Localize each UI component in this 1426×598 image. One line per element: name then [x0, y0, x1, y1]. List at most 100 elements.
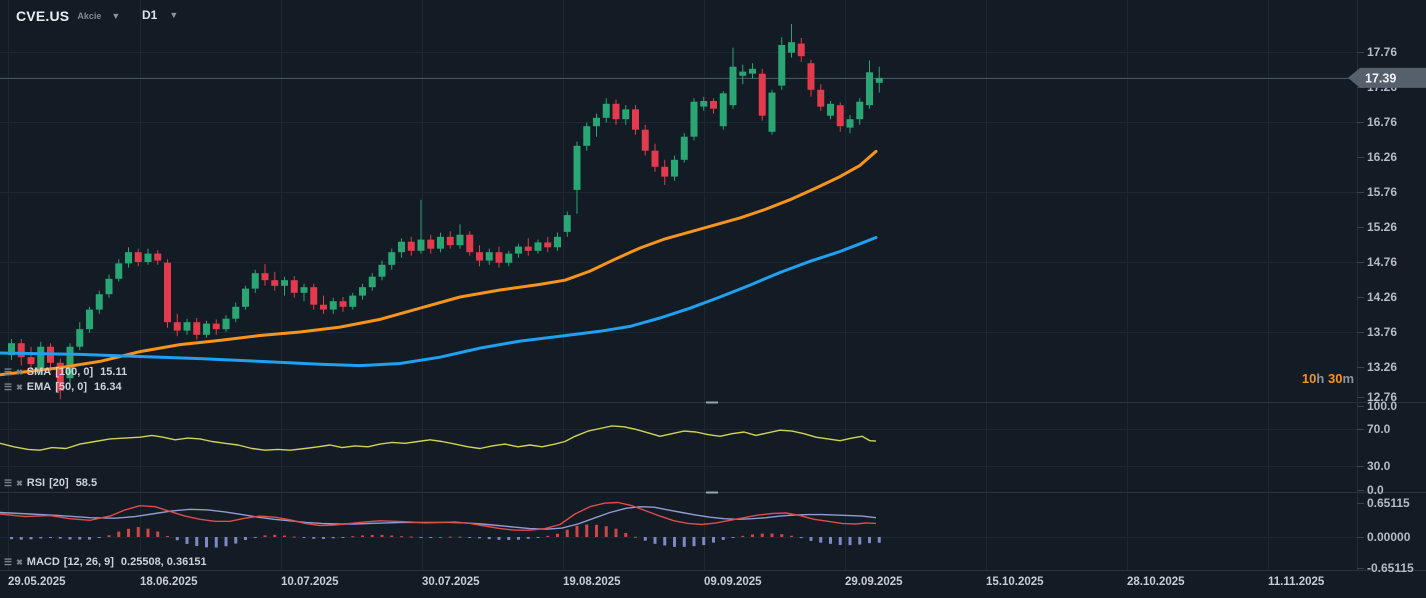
macd-histogram-bar: [215, 537, 218, 547]
rsi-axis-label: 70.0: [1367, 422, 1391, 436]
macd-histogram-bar: [546, 536, 549, 537]
candle: [554, 237, 561, 248]
candle: [593, 118, 600, 126]
price-axis-label: 15.76: [1367, 185, 1397, 199]
indicator-name: SMA: [27, 366, 51, 378]
indicator-row-ema: ☰ ✖ EMA [50, 0] 16.34: [4, 381, 122, 393]
macd-histogram-bar: [410, 537, 413, 538]
candle: [661, 167, 668, 177]
macd-histogram-bar: [342, 537, 345, 538]
candle: [418, 240, 425, 251]
indicator-remove-icon[interactable]: ✖: [16, 383, 23, 392]
macd-histogram-bar: [673, 537, 676, 547]
candle: [642, 130, 649, 151]
macd-histogram-bar: [322, 537, 325, 539]
candle: [252, 273, 259, 288]
chevron-down-icon: ▼: [111, 11, 120, 21]
candlestick-chart-canvas[interactable]: 17.7617.2616.7616.2615.7615.2614.7614.26…: [0, 0, 1426, 598]
macd-histogram-bar: [595, 525, 598, 537]
candle: [86, 310, 93, 330]
instrument-type-label: Akcie: [77, 11, 101, 21]
indicator-params: [20]: [49, 477, 69, 489]
indicator-params: [50, 0]: [55, 381, 87, 393]
macd-histogram-bar: [205, 537, 208, 547]
candle: [866, 72, 873, 105]
macd-histogram-bar: [468, 537, 471, 538]
macd-histogram-bar: [556, 534, 559, 537]
macd-histogram-bar: [49, 537, 52, 538]
candle: [223, 319, 230, 330]
symbol-selector[interactable]: CVE.US Akcie ▼: [16, 8, 120, 24]
macd-histogram-bar: [800, 537, 803, 538]
indicator-remove-icon[interactable]: ✖: [16, 558, 23, 567]
macd-histogram-bar: [566, 530, 569, 537]
candle: [154, 254, 161, 261]
candle: [18, 343, 25, 357]
indicator-value: 58.5: [76, 477, 97, 489]
candle: [369, 277, 376, 288]
candle: [408, 242, 415, 251]
macd-histogram-bar: [137, 527, 140, 537]
candle: [262, 273, 269, 280]
macd-histogram-bar: [225, 537, 228, 546]
indicator-settings-icon[interactable]: ☰: [4, 479, 12, 488]
indicator-value: 15.11: [100, 366, 127, 378]
macd-histogram-bar: [849, 537, 852, 545]
candle: [242, 289, 249, 307]
macd-histogram-bar: [303, 537, 306, 538]
candle: [749, 69, 756, 74]
price-axis-label: 14.26: [1367, 290, 1397, 304]
macd-histogram-bar: [810, 537, 813, 541]
rsi-axis-label: 0.0: [1367, 483, 1384, 497]
macd-histogram-bar: [702, 537, 705, 545]
candle: [710, 101, 717, 109]
indicator-settings-icon[interactable]: ☰: [4, 383, 12, 392]
candle: [525, 247, 532, 251]
countdown-hours-unit: h: [1316, 371, 1324, 386]
indicator-remove-icon[interactable]: ✖: [16, 368, 23, 377]
candle: [720, 93, 727, 126]
price-axis-label: 13.26: [1367, 360, 1397, 374]
indicator-remove-icon[interactable]: ✖: [16, 479, 23, 488]
trading-chart-window: 17.7617.2616.7616.2615.7615.2614.7614.26…: [0, 0, 1426, 598]
macd-histogram-bar: [30, 537, 33, 539]
macd-histogram-bar: [400, 536, 403, 537]
macd-histogram-bar: [195, 537, 198, 546]
candle: [164, 263, 171, 323]
macd-histogram-bar: [127, 529, 130, 537]
candle: [301, 287, 308, 293]
indicator-row-sma: ☰ ✖ SMA [100, 0] 15.11: [4, 366, 127, 378]
indicator-settings-icon[interactable]: ☰: [4, 558, 12, 567]
macd-histogram-bar: [858, 537, 861, 545]
macd-histogram-bar: [332, 537, 335, 538]
indicator-params: [12, 26, 9]: [64, 556, 114, 568]
countdown-hours: 10: [1302, 371, 1316, 386]
time-axis-label: 11.11.2025: [1268, 576, 1325, 588]
indicator-settings-icon[interactable]: ☰: [4, 368, 12, 377]
macd-histogram-bar: [790, 536, 793, 537]
macd-histogram-bar: [273, 535, 276, 537]
indicator-value: 16.34: [94, 381, 122, 393]
rsi-axis-label: 30.0: [1367, 459, 1391, 473]
macd-histogram-bar: [20, 537, 23, 540]
candle: [437, 237, 444, 249]
timeframe-selector[interactable]: D1 ▼: [142, 8, 178, 22]
candle: [505, 254, 512, 263]
macd-histogram-bar: [761, 534, 764, 537]
price-axis-label: 13.76: [1367, 325, 1397, 339]
time-axis-label: 29.09.2025: [845, 576, 903, 588]
macd-histogram-bar: [654, 537, 657, 544]
macd-histogram-bar: [156, 531, 159, 537]
candle: [76, 329, 83, 347]
countdown-minutes-unit: m: [1342, 371, 1354, 386]
macd-histogram-bar: [615, 529, 618, 537]
macd-histogram-bar: [585, 524, 588, 537]
current-price-value: 17.39: [1365, 71, 1396, 85]
macd-histogram-bar: [39, 537, 42, 538]
candle: [622, 109, 629, 119]
macd-histogram-bar: [712, 537, 715, 543]
candle: [349, 296, 356, 307]
candle: [730, 67, 737, 106]
candle: [271, 280, 278, 286]
indicator-name: RSI: [27, 477, 45, 489]
